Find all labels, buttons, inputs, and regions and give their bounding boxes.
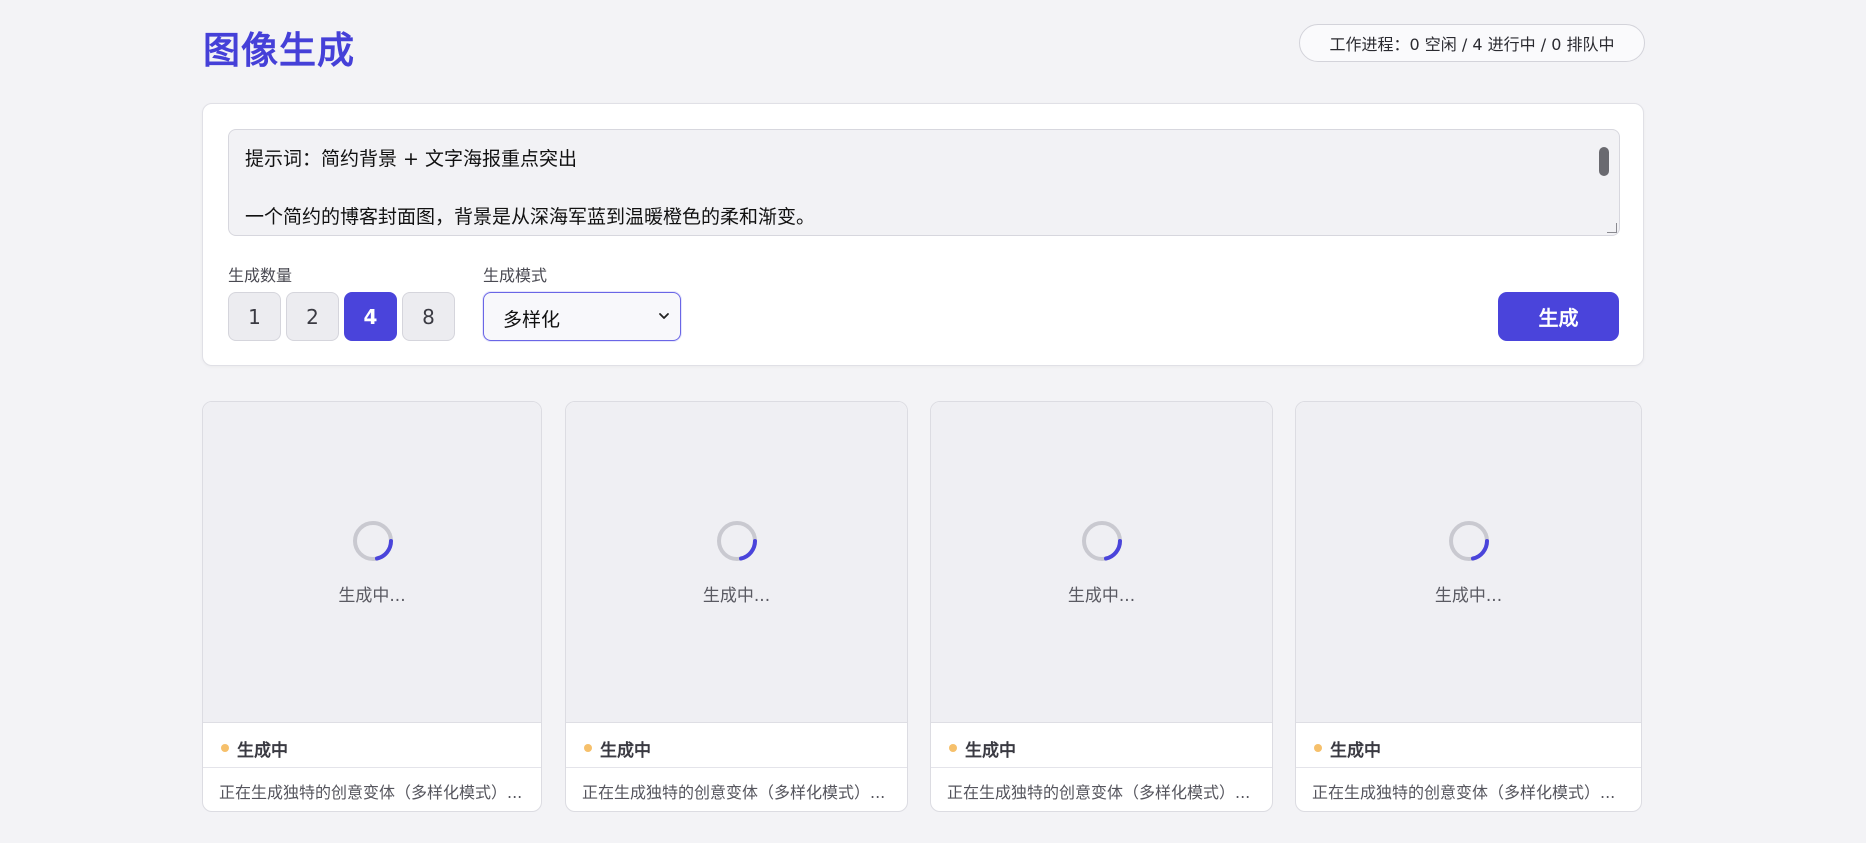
count-option-2[interactable]: 2 xyxy=(286,292,339,341)
count-label: 生成数量 xyxy=(228,266,293,285)
status-text: 生成中 xyxy=(600,741,651,761)
prompt-text-line: 一个简约的博客封面图，背景是从深海军蓝到温暖橙色的柔和渐变。 xyxy=(245,206,816,228)
spinner-icon xyxy=(1449,521,1489,561)
generate-button[interactable]: 生成 xyxy=(1498,292,1619,341)
count-option-1[interactable]: 1 xyxy=(228,292,281,341)
card-description: 正在生成独特的创意变体（多样化模式）... xyxy=(947,783,1251,802)
textarea-scrollbar[interactable] xyxy=(1599,147,1609,176)
status-row: 生成中 xyxy=(1296,723,1641,768)
chevron-down-icon xyxy=(659,313,669,319)
result-card: 生成中... 生成中 正在生成独特的创意变体（多样化模式）... xyxy=(930,401,1273,812)
status-dot-icon xyxy=(1314,744,1322,752)
image-generation-page: 图像生成 工作进程：0 空闲 / 4 进行中 / 0 排队中 提示词：简约背景 … xyxy=(0,0,1866,843)
image-placeholder: 生成中... xyxy=(931,402,1272,723)
image-placeholder: 生成中... xyxy=(566,402,907,723)
loading-text: 生成中... xyxy=(1067,586,1136,606)
spinner-icon xyxy=(1082,521,1122,561)
result-card: 生成中... 生成中 正在生成独特的创意变体（多样化模式）... xyxy=(202,401,542,812)
spinner-icon xyxy=(717,521,757,561)
count-option-8[interactable]: 8 xyxy=(402,292,455,341)
prompt-textarea[interactable]: 提示词：简约背景 + 文字海报重点突出 一个简约的博客封面图，背景是从深海军蓝到… xyxy=(228,129,1620,236)
status-row: 生成中 xyxy=(203,723,541,768)
count-option-4[interactable]: 4 xyxy=(344,292,397,341)
generation-panel: 提示词：简约背景 + 文字海报重点突出 一个简约的博客封面图，背景是从深海军蓝到… xyxy=(202,103,1644,366)
image-placeholder: 生成中... xyxy=(1296,402,1641,723)
status-dot-icon xyxy=(949,744,957,752)
status-text: 生成中 xyxy=(965,741,1016,761)
status-text: 生成中 xyxy=(237,741,288,761)
page-title: 图像生成 xyxy=(203,29,355,72)
worker-status-badge: 工作进程：0 空闲 / 4 进行中 / 0 排队中 xyxy=(1299,24,1645,62)
mode-selected-value: 多样化 xyxy=(503,309,561,331)
result-card: 生成中... 生成中 正在生成独特的创意变体（多样化模式）... xyxy=(1295,401,1642,812)
result-card: 生成中... 生成中 正在生成独特的创意变体（多样化模式）... xyxy=(565,401,908,812)
mode-select[interactable]: 多样化 xyxy=(483,292,681,341)
card-description: 正在生成独特的创意变体（多样化模式）... xyxy=(1312,783,1616,802)
resize-handle-icon[interactable] xyxy=(1607,223,1617,233)
spinner-icon xyxy=(353,521,393,561)
status-row: 生成中 xyxy=(566,723,907,768)
status-dot-icon xyxy=(584,744,592,752)
status-dot-icon xyxy=(221,744,229,752)
status-row: 生成中 xyxy=(931,723,1272,768)
loading-text: 生成中... xyxy=(1434,586,1503,606)
image-placeholder: 生成中... xyxy=(203,402,541,723)
loading-text: 生成中... xyxy=(338,586,406,606)
card-description: 正在生成独特的创意变体（多样化模式）... xyxy=(582,783,886,802)
status-text: 生成中 xyxy=(1330,741,1381,761)
card-description: 正在生成独特的创意变体（多样化模式）... xyxy=(219,783,523,802)
loading-text: 生成中... xyxy=(702,586,771,606)
mode-label: 生成模式 xyxy=(483,266,548,285)
prompt-text-line: 提示词：简约背景 + 文字海报重点突出 xyxy=(245,148,577,170)
